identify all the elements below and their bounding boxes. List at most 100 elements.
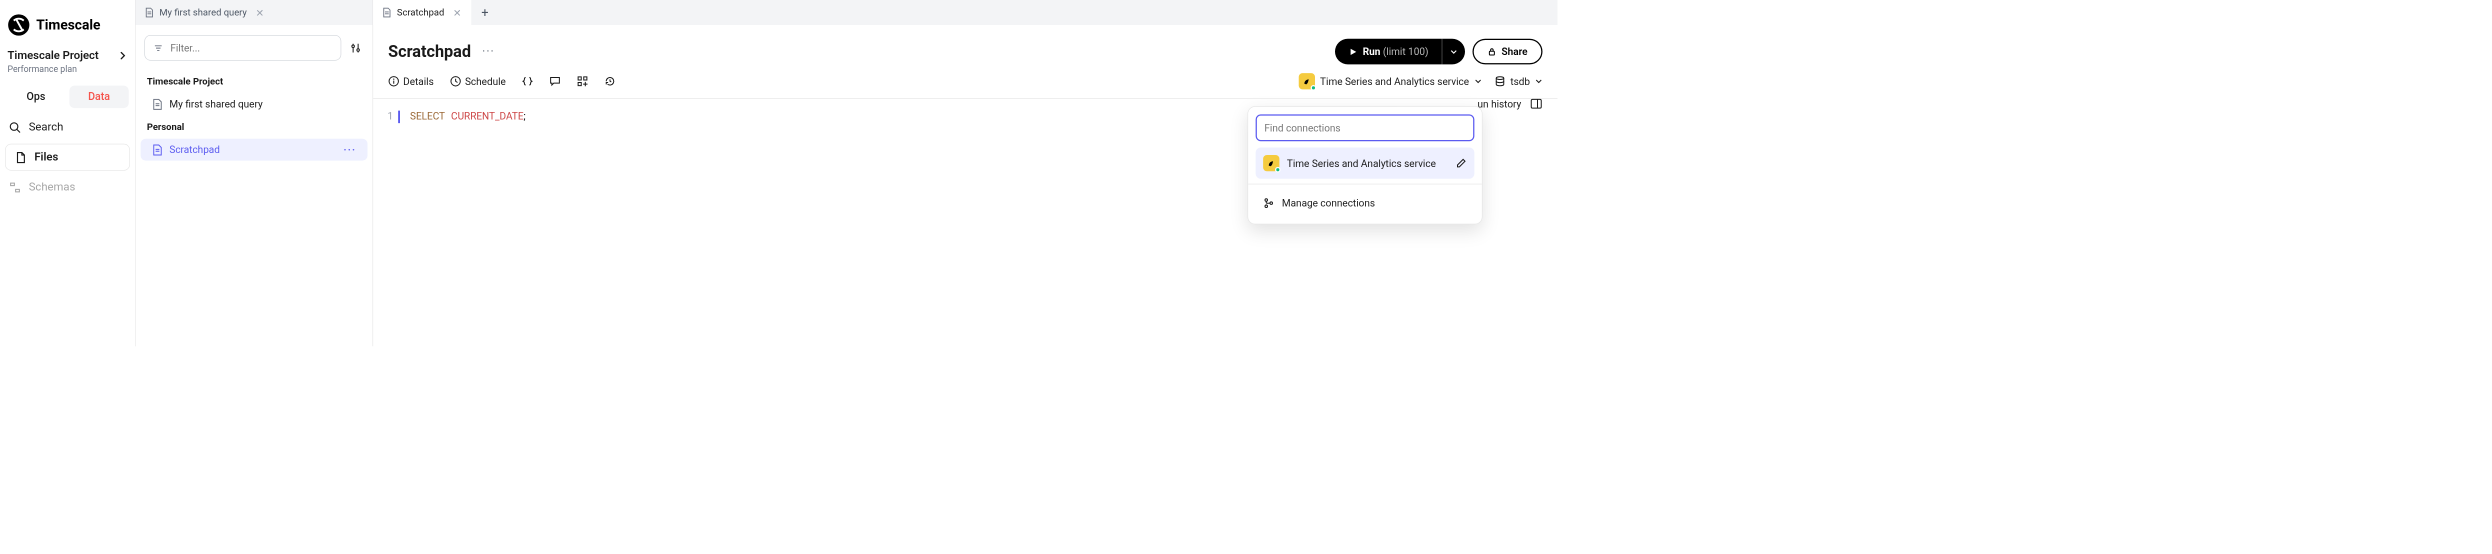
search-icon [9, 121, 22, 134]
connection-label: Time Series and Analytics service [1320, 75, 1469, 87]
run-dropdown-button[interactable] [1442, 39, 1465, 65]
tree-item-label: My first shared query [169, 98, 262, 110]
page-title: Scratchpad [388, 42, 471, 61]
filter-icon [154, 43, 163, 53]
sql-text: ; [524, 110, 526, 122]
new-tab-button[interactable]: + [471, 0, 498, 25]
lock-icon [1488, 47, 1497, 56]
tree-item-shared-query[interactable]: My first shared query [141, 93, 368, 115]
editor-tabs: Scratchpad ✕ + [373, 0, 1557, 25]
sql-keyword: SELECT [410, 110, 445, 122]
share-button[interactable]: Share [1473, 39, 1543, 65]
item-menu-button[interactable]: ··· [343, 144, 356, 156]
brand-icon [8, 14, 31, 37]
tab-label: Scratchpad [397, 7, 444, 18]
tab-scratchpad[interactable]: Scratchpad ✕ [373, 0, 471, 25]
run-label: Run [1363, 46, 1381, 58]
project-switcher[interactable]: Timescale Project [0, 49, 135, 65]
status-dot-icon [1311, 85, 1317, 91]
document-icon [144, 8, 154, 18]
line-number: 1 [373, 110, 398, 122]
run-button-group: Run (limit 100) [1335, 39, 1465, 65]
project-name: Timescale Project [8, 49, 99, 62]
nav-search-label: Search [29, 121, 64, 134]
chevron-right-icon [118, 50, 128, 60]
filter-input[interactable] [144, 35, 341, 61]
nav-files[interactable]: Files [5, 144, 130, 171]
file-panel: My first shared query ✕ Timescale Projec… [136, 0, 374, 346]
comment-button[interactable] [550, 76, 561, 87]
database-label: tsdb [1510, 75, 1530, 87]
plus-icon: + [481, 5, 488, 20]
history-button[interactable] [605, 76, 616, 87]
run-history-button[interactable]: un history [1478, 98, 1522, 110]
status-dot-icon [1275, 167, 1281, 173]
database-icon [1494, 76, 1505, 87]
connection-search[interactable] [1256, 114, 1475, 141]
manage-connections-button[interactable]: Manage connections [1256, 189, 1475, 216]
page-menu-button[interactable]: ··· [482, 45, 495, 58]
section-personal: Personal [136, 116, 373, 137]
document-icon [382, 8, 392, 18]
share-label: Share [1502, 46, 1528, 58]
play-icon [1349, 47, 1358, 56]
service-badge-icon [1299, 73, 1315, 89]
tab-shared-query[interactable]: My first shared query ✕ [136, 0, 274, 25]
toggle-ops[interactable]: Ops [6, 86, 65, 109]
connection-search-input[interactable] [1264, 122, 1465, 134]
chevron-down-icon [1450, 48, 1458, 56]
edit-icon[interactable] [1456, 158, 1467, 169]
filter-field[interactable] [170, 42, 332, 54]
schedule-button[interactable]: Schedule [450, 75, 506, 87]
connection-popover: Time Series and Analytics service Manage… [1248, 106, 1483, 224]
nav-schemas-label: Schemas [29, 181, 76, 194]
panel-toggle-icon[interactable] [1530, 98, 1543, 111]
service-badge-icon [1263, 155, 1279, 171]
left-rail: Timescale Timescale Project Performance … [0, 0, 136, 346]
chevron-down-icon [1474, 78, 1482, 86]
project-plan: Performance plan [0, 64, 135, 85]
sliders-button[interactable] [348, 35, 364, 61]
file-tabs: My first shared query ✕ [136, 0, 373, 25]
close-icon[interactable]: ✕ [452, 5, 463, 19]
connection-picker[interactable]: Time Series and Analytics service [1299, 73, 1482, 89]
schedule-label: Schedule [465, 75, 506, 87]
close-icon[interactable]: ✕ [254, 5, 265, 19]
section-project: Timescale Project [136, 71, 373, 92]
brand: Timescale [0, 10, 135, 49]
details-label: Details [403, 75, 434, 87]
sql-function: CURRENT_DATE [451, 110, 523, 122]
schema-icon [9, 181, 22, 194]
clock-icon [450, 76, 461, 87]
toggle-data[interactable]: Data [69, 86, 128, 109]
branch-icon [1263, 197, 1274, 208]
divider [1248, 184, 1482, 185]
comment-icon [550, 76, 561, 87]
variables-button[interactable] [522, 76, 533, 87]
history-icon [605, 76, 616, 87]
document-icon [152, 144, 163, 155]
nav-schemas[interactable]: Schemas [0, 174, 135, 200]
main-area: Scratchpad ✕ + Scratchpad ··· Run (limit… [373, 0, 1557, 346]
nav-files-label: Files [34, 151, 58, 164]
database-picker[interactable]: tsdb [1494, 75, 1542, 87]
tree-item-scratchpad[interactable]: Scratchpad ··· [141, 139, 368, 161]
run-button[interactable]: Run (limit 100) [1335, 39, 1442, 65]
tab-label: My first shared query [159, 7, 246, 18]
connection-item[interactable]: Time Series and Analytics service [1256, 148, 1475, 179]
file-icon [14, 151, 27, 164]
cursor-icon [398, 110, 400, 123]
document-icon [152, 98, 163, 109]
tree-item-label: Scratchpad [169, 144, 220, 156]
format-button[interactable] [577, 76, 588, 87]
nav-search[interactable]: Search [0, 114, 135, 140]
connection-item-label: Time Series and Analytics service [1287, 157, 1448, 169]
chevron-down-icon [1535, 78, 1543, 86]
mode-toggle: Ops Data [0, 86, 135, 115]
braces-icon [522, 76, 533, 87]
manage-connections-label: Manage connections [1282, 197, 1375, 209]
sliders-icon [350, 42, 361, 53]
details-button[interactable]: Details [388, 75, 434, 87]
info-icon [388, 76, 399, 87]
run-limit: (limit 100) [1383, 46, 1429, 58]
